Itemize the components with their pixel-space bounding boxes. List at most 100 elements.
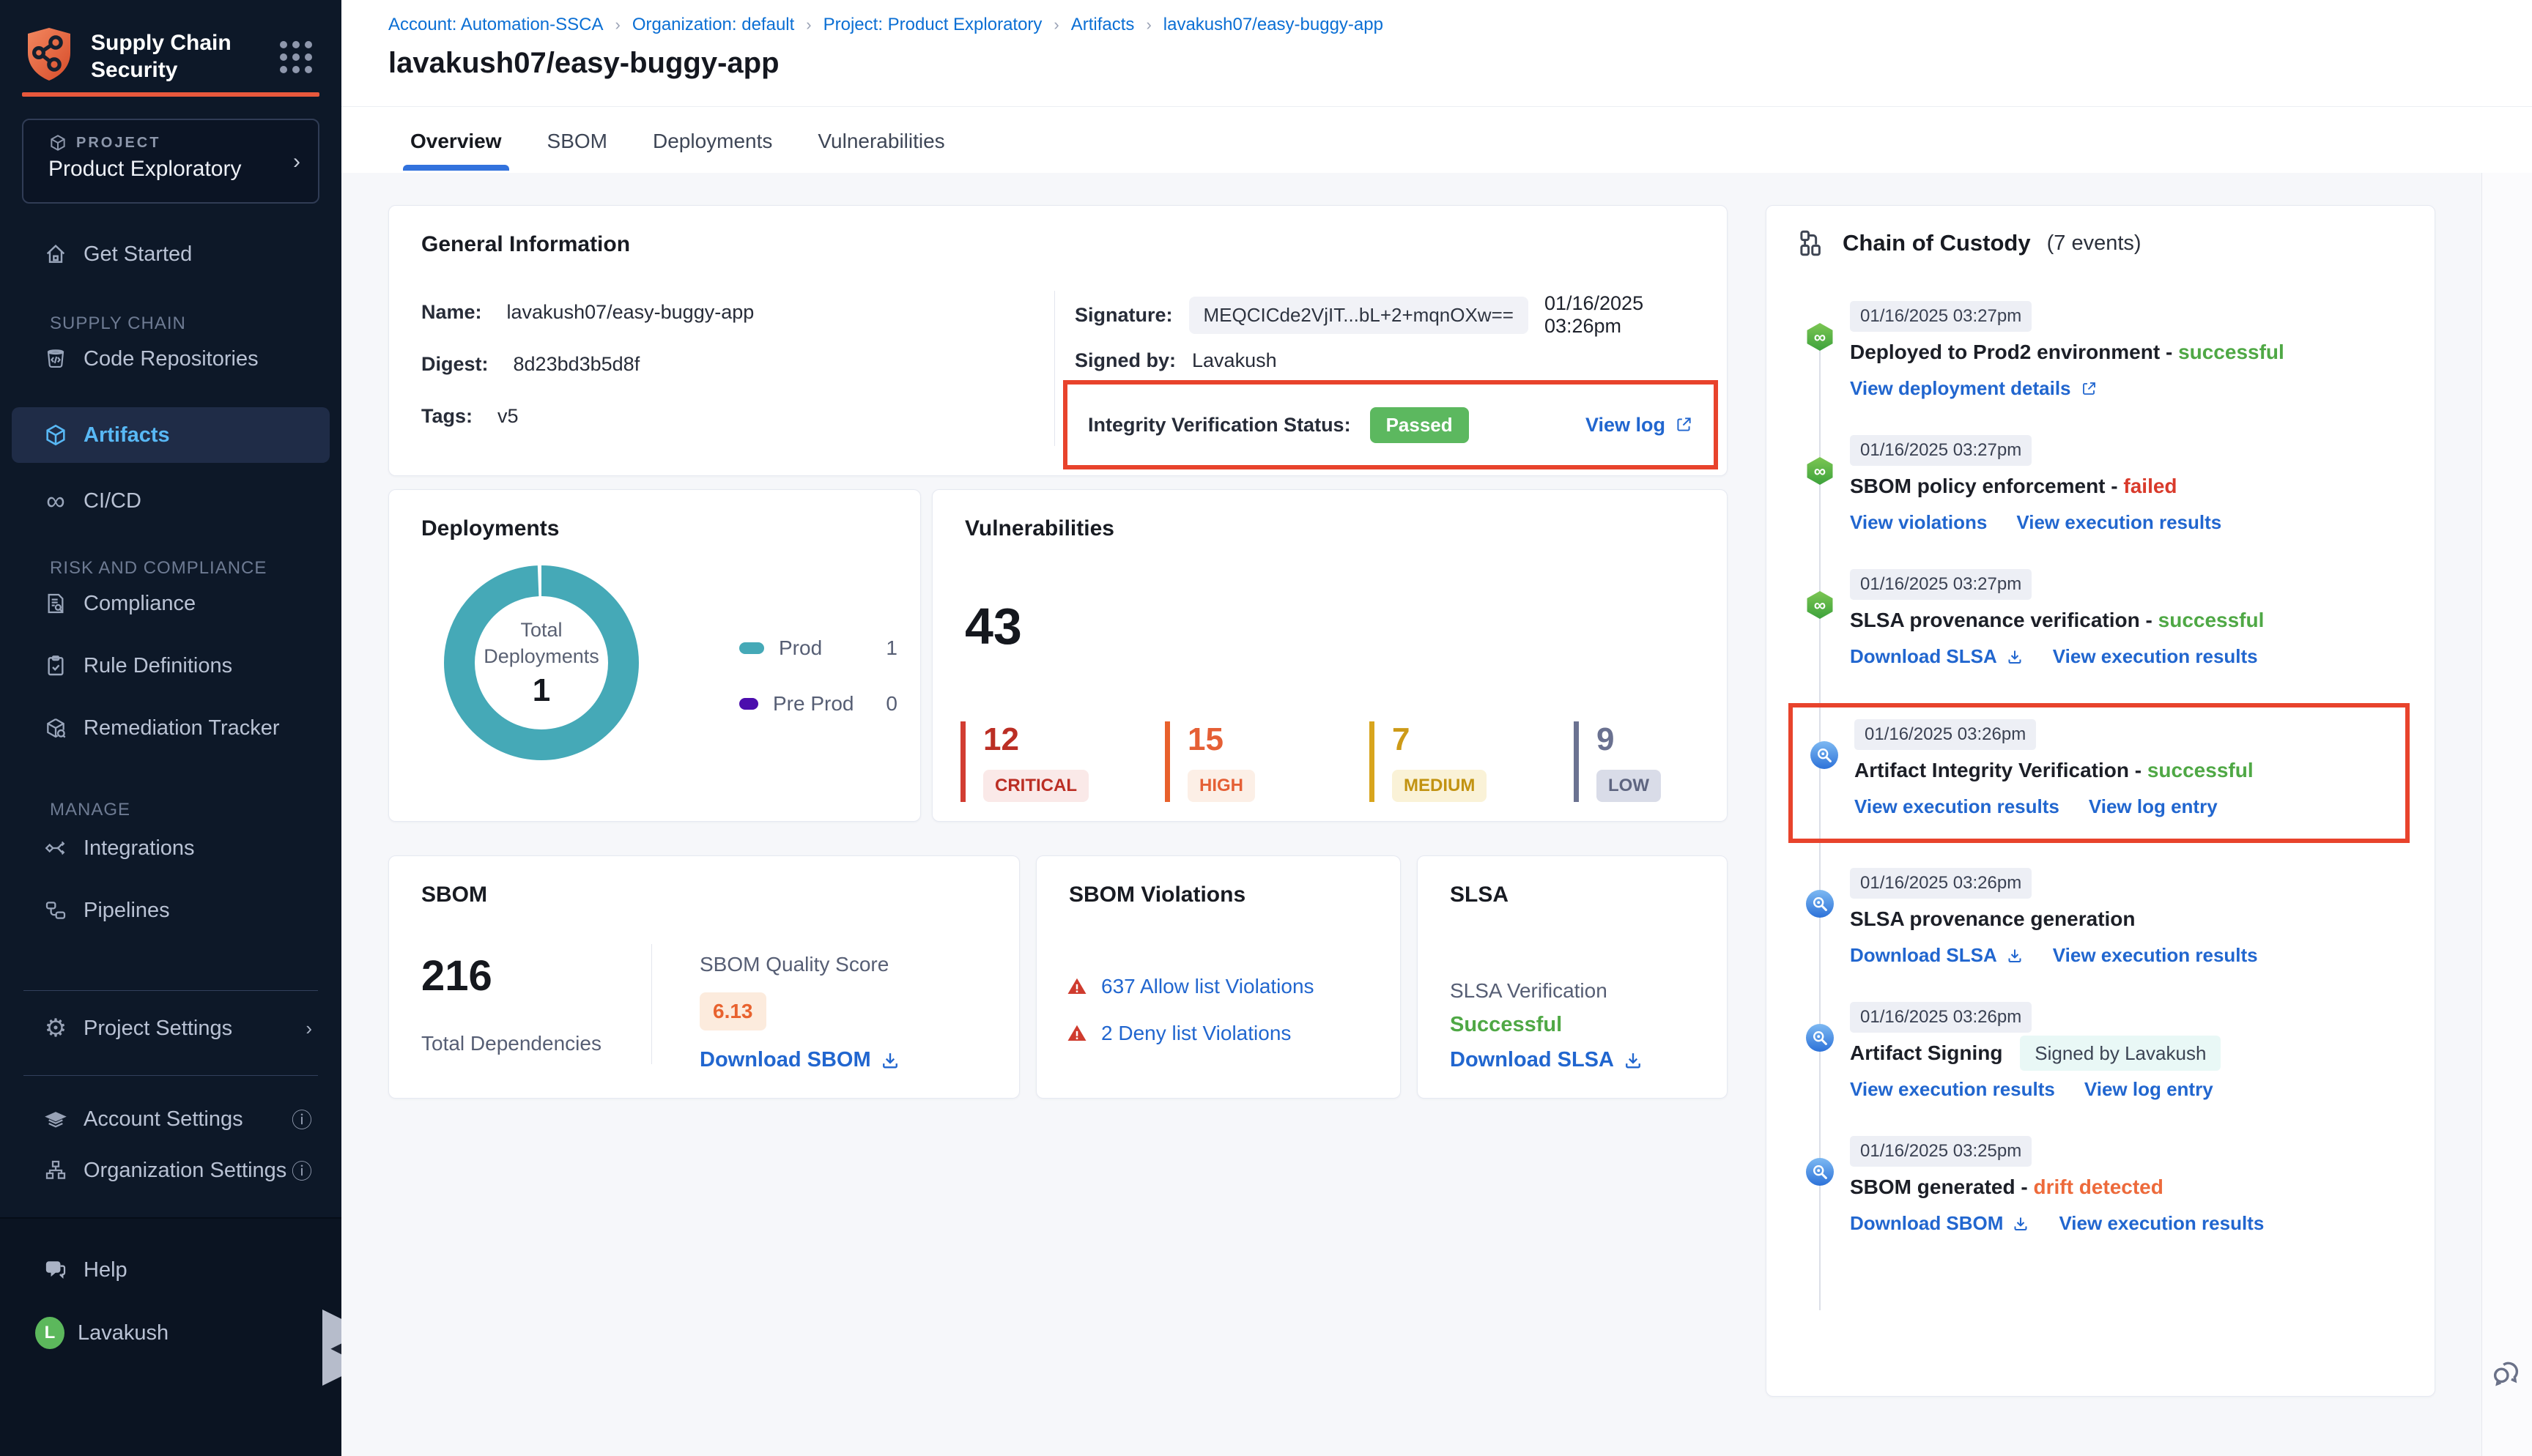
external-link-icon — [2080, 380, 2098, 398]
breadcrumb-current[interactable]: lavakush07/easy-buggy-app — [1163, 15, 1383, 35]
sidebar-item-code-repositories[interactable]: Code Repositories — [0, 335, 341, 382]
clipboard-check-icon — [41, 654, 70, 677]
breadcrumb-organization[interactable]: Organization: default — [632, 15, 794, 35]
timeline-event-sbom-generated: 01/16/2025 03:25pm SBOM generated - drif… — [1806, 1136, 2410, 1235]
view-execution-results-link[interactable]: View execution results — [1854, 795, 2059, 818]
section-label-manage: MANAGE — [50, 800, 130, 820]
sidebar-item-remediation-tracker[interactable]: Remediation Tracker — [0, 705, 341, 751]
deny-list-violations-link[interactable]: 2 Deny list Violations — [1101, 1022, 1291, 1045]
tab-bar: Overview SBOM Deployments Vulnerabilitie… — [409, 119, 947, 171]
view-log-link[interactable]: View log — [1585, 414, 1693, 437]
breadcrumb-project[interactable]: Project: Product Exploratory — [823, 15, 1043, 35]
high-label: HIGH — [1188, 770, 1255, 802]
sidebar-item-cicd[interactable]: ∞ CI/CD — [0, 478, 341, 524]
view-execution-results-link[interactable]: View execution results — [1850, 1078, 2055, 1101]
artifact-name: lavakush07/easy-buggy-app — [507, 301, 755, 324]
support-chat-icon[interactable] — [2490, 1356, 2523, 1393]
download-icon — [880, 1050, 900, 1071]
view-log-entry-link[interactable]: View log entry — [2084, 1078, 2213, 1101]
sidebar-item-integrations[interactable]: Integrations — [0, 825, 341, 872]
timeline-event-deployed: ∞ 01/16/2025 03:27pm Deployed to Prod2 e… — [1806, 301, 2410, 400]
allow-list-violations-link[interactable]: 637 Allow list Violations — [1101, 975, 1314, 998]
download-icon — [2006, 648, 2024, 666]
timeline-event-artifact-signing: 01/16/2025 03:26pm Artifact Signing Sign… — [1806, 1002, 2410, 1101]
sidebar-item-label: Help — [84, 1258, 127, 1282]
sidebar-item-rule-definitions[interactable]: Rule Definitions — [0, 642, 341, 689]
header-divider — [341, 106, 2532, 107]
sidebar-user[interactable]: L Lavakush — [0, 1310, 341, 1356]
event-timestamp: 01/16/2025 03:27pm — [1850, 569, 2032, 600]
sidebar-item-account-settings[interactable]: Account Settings ⓘ — [0, 1096, 341, 1143]
chain-of-custody-card: Chain of Custody (7 events) ∞ 01/16/2025… — [1766, 205, 2435, 1397]
sidebar-item-organization-settings[interactable]: Organization Settings ⓘ — [0, 1147, 341, 1194]
view-violations-link[interactable]: View violations — [1850, 511, 1987, 534]
tab-deployments[interactable]: Deployments — [651, 119, 774, 171]
card-title: SBOM Violations — [1069, 883, 1245, 907]
sidebar-divider — [23, 990, 318, 991]
tab-overview[interactable]: Overview — [409, 119, 503, 171]
view-execution-results-link[interactable]: View execution results — [2053, 944, 2258, 967]
timeline-event-artifact-integrity: 01/16/2025 03:26pm Artifact Integrity Ve… — [1788, 703, 2410, 843]
sidebar-item-label: Code Repositories — [84, 347, 259, 371]
sidebar-item-get-started[interactable]: Get Started — [0, 231, 341, 278]
tab-vulnerabilities[interactable]: Vulnerabilities — [816, 119, 946, 171]
view-log-entry-link[interactable]: View log entry — [2089, 795, 2218, 818]
severity-low: 9 LOW — [1574, 721, 1778, 802]
scan-event-icon — [1810, 741, 1838, 769]
high-count: 15 — [1188, 721, 1369, 758]
sbom-quality-score: 6.13 — [700, 992, 766, 1030]
view-execution-results-link[interactable]: View execution results — [2053, 645, 2258, 668]
sbom-card: SBOM 216 Total Dependencies SBOM Quality… — [388, 855, 1020, 1099]
sidebar-item-pipelines[interactable]: Pipelines — [0, 887, 341, 934]
vertical-divider — [651, 944, 652, 1064]
info-icon: ⓘ — [292, 1104, 312, 1134]
download-slsa-link[interactable]: Download SLSA — [1450, 1048, 1643, 1072]
signature-value[interactable]: MEQCICde2VjIT...bL+2+mqnOXw== — [1189, 297, 1528, 334]
sidebar-item-label: Get Started — [84, 242, 192, 267]
sidebar-item-label: CI/CD — [84, 489, 141, 513]
event-timestamp: 01/16/2025 03:26pm — [1854, 719, 2036, 750]
shield-logo-icon — [25, 26, 73, 82]
sidebar-item-compliance[interactable]: Compliance — [0, 580, 341, 627]
project-selector[interactable]: PROJECT Product Exploratory › — [22, 119, 319, 204]
right-utility-strip — [2481, 173, 2532, 1456]
sidebar-divider — [23, 1075, 318, 1076]
medium-label: MEDIUM — [1392, 770, 1487, 802]
view-execution-results-link[interactable]: View execution results — [2016, 511, 2221, 534]
sidebar-item-artifacts[interactable]: Artifacts — [12, 407, 330, 463]
breadcrumb-artifacts[interactable]: Artifacts — [1071, 15, 1135, 35]
card-title: Deployments — [421, 516, 559, 541]
sidebar-item-help[interactable]: ? Help — [0, 1247, 341, 1293]
integrations-icon — [41, 836, 70, 860]
scan-event-icon — [1806, 890, 1834, 918]
sidebar-item-project-settings[interactable]: ⚙ Project Settings › — [0, 1005, 341, 1052]
card-title: SBOM — [421, 883, 487, 907]
legend-label: Prod — [779, 636, 822, 660]
org-chart-icon — [41, 1159, 70, 1182]
module-grid-icon[interactable] — [280, 41, 312, 73]
donut-center-label: Total Deployments — [479, 617, 604, 669]
project-label: PROJECT — [76, 135, 160, 152]
download-sbom-link[interactable]: Download SBOM — [1850, 1212, 2029, 1235]
download-sbom-link[interactable]: Download SBOM — [700, 1048, 900, 1072]
event-title: SBOM policy enforcement — [1850, 475, 2106, 497]
download-slsa-link[interactable]: Download SLSA — [1850, 645, 2024, 668]
severity-high: 15 HIGH — [1165, 721, 1369, 802]
digest-label: Digest: — [421, 353, 489, 376]
event-timestamp: 01/16/2025 03:26pm — [1850, 868, 2032, 899]
critical-count: 12 — [983, 721, 1165, 758]
page-header: Account: Automation-SSCA › Organization:… — [341, 0, 2532, 174]
legend-label: Pre Prod — [773, 692, 854, 716]
section-label-risk-compliance: RISK AND COMPLIANCE — [50, 558, 267, 579]
timeline-event-sbom-policy: ∞ 01/16/2025 03:27pm SBOM policy enforce… — [1806, 435, 2410, 534]
view-deployment-details-link[interactable]: View deployment details — [1850, 377, 2098, 400]
breadcrumb-separator: › — [806, 15, 811, 34]
download-slsa-link[interactable]: Download SLSA — [1850, 944, 2024, 967]
event-status: drift detected — [2034, 1175, 2163, 1198]
signed-by-label: Signed by: — [1075, 349, 1176, 372]
tab-sbom[interactable]: SBOM — [546, 119, 609, 171]
breadcrumb-account[interactable]: Account: Automation-SSCA — [388, 15, 603, 35]
card-title: General Information — [421, 232, 630, 257]
integrity-label: Integrity Verification Status: — [1088, 414, 1351, 437]
view-execution-results-link[interactable]: View execution results — [2059, 1212, 2264, 1235]
